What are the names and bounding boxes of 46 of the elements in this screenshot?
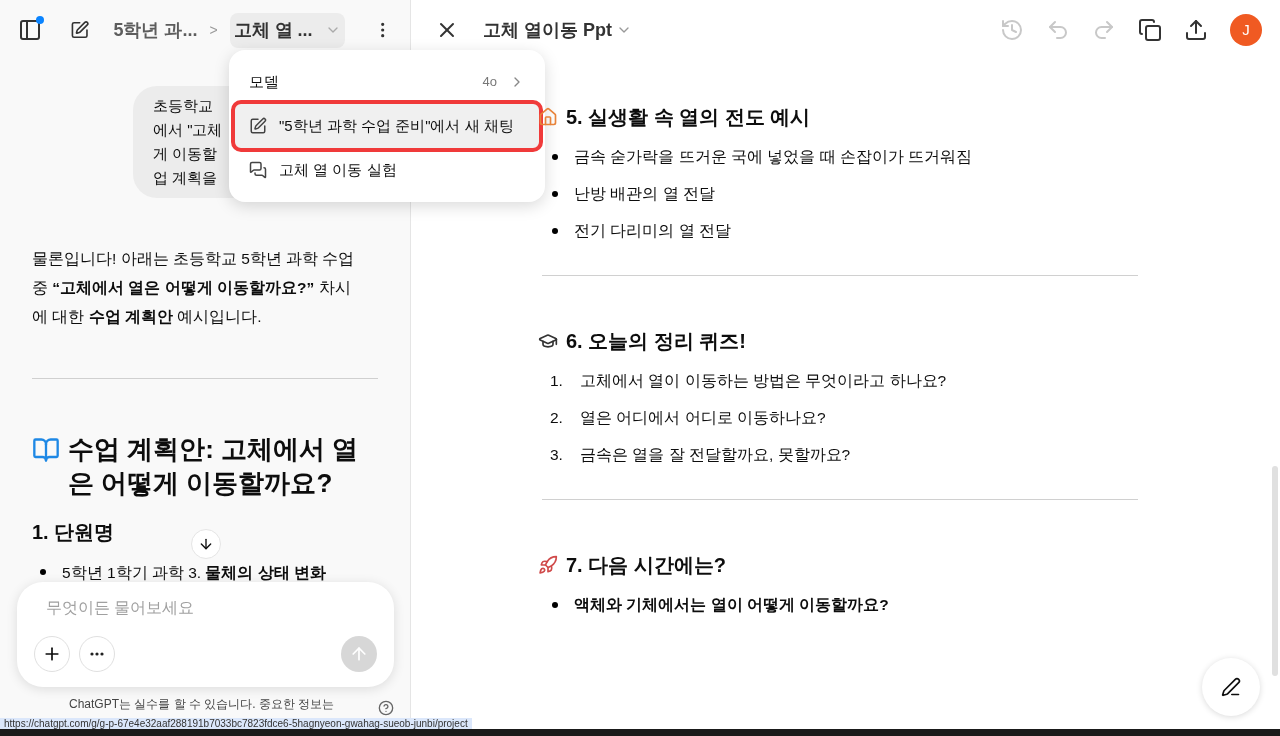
chat-menu-item[interactable]: 고체 열 이동 실험 xyxy=(235,148,539,192)
list-item-text: 전기 다리미의 열 전달 xyxy=(574,220,731,241)
status-url: https://chatgpt.com/g/g-p-67e4e32aaf288191b7033bc7823fdce6-5hagnyeon-gwahag-sueob-junbi/project xyxy=(0,718,472,729)
list-item-text: 금속 숟가락을 뜨거운 국에 넣었을 때 손잡이가 뜨거워짐 xyxy=(574,146,973,167)
more-icon xyxy=(90,652,104,656)
canvas-title[interactable]: 고체 열이동 Ppt xyxy=(483,16,612,44)
list-number: 2. xyxy=(550,407,564,428)
chat-title-button[interactable]: 고체 열 ... xyxy=(229,12,345,48)
scroll-down-button[interactable] xyxy=(191,529,221,559)
house-icon xyxy=(538,107,558,127)
new-chat-icon xyxy=(249,117,267,135)
book-icon xyxy=(32,436,60,464)
plan-heading: 수업 계획안: 고체에서 열은 어떻게 이동할까요? xyxy=(68,433,360,500)
graduation-cap-icon xyxy=(538,331,558,351)
list-item-text: 열은 어디에서 어디로 이동하나요? xyxy=(580,407,826,428)
list-item-text: 고체에서 열이 이동하는 방법은 무엇이라고 하나요? xyxy=(580,370,947,391)
pen-icon xyxy=(1221,677,1241,697)
section-heading: 7. 다음 시간에는? xyxy=(566,553,726,578)
project-link[interactable]: 5학년 과... xyxy=(113,16,198,44)
edit-suggestions-button[interactable] xyxy=(1202,658,1260,716)
copy-icon[interactable] xyxy=(1138,18,1162,42)
section-heading: 1. 단원명 xyxy=(32,520,115,545)
model-version: 4o xyxy=(482,73,497,92)
message-text: 에서 "고체 xyxy=(153,120,223,140)
breadcrumb-separator: > xyxy=(209,21,218,40)
message-input[interactable]: 무엇이든 물어보세요 xyxy=(46,596,389,620)
answer-paragraph: 물론입니다! 아래는 초등학교 5학년 과학 수업 중 “고체에서 열은 어떻게 이동할까요?” 차시에 대한 수업 계획안 예시입니다. xyxy=(32,249,356,327)
section-heading: 6. 오늘의 정리 퀴즈! xyxy=(566,329,746,354)
section-heading: 5. 실생활 속 열의 전도 예시 xyxy=(566,105,811,130)
rocket-icon xyxy=(538,555,558,575)
list-number: 1. xyxy=(550,370,564,391)
list-number: 3. xyxy=(550,444,564,465)
model-menu-item[interactable]: 모델 4o xyxy=(235,60,539,104)
new-chat-icon[interactable] xyxy=(70,20,90,40)
sidebar-icon[interactable] xyxy=(18,18,42,42)
share-icon[interactable] xyxy=(1184,18,1208,42)
disclaimer-text: ChatGPT는 실수를 할 수 있습니다. 중요한 정보는 xyxy=(69,696,335,713)
list-item-text: 액체와 기체에서는 열이 어떻게 이동할까요? xyxy=(574,594,889,615)
message-text: 게 이동할 xyxy=(153,144,218,164)
list-item-text: 5학년 1학기 과학 3. 물체의 상태 변화 xyxy=(62,563,327,583)
chat-bubbles-icon xyxy=(249,161,267,179)
help-icon[interactable] xyxy=(378,700,394,716)
list-item-text: 금속은 열을 잘 전달할까요, 못할까요? xyxy=(580,444,851,465)
list-item-text: 난방 배관의 열 전달 xyxy=(574,183,715,204)
message-text: 초등학교 xyxy=(153,96,213,116)
message-text: 업 계획을 xyxy=(153,168,218,188)
